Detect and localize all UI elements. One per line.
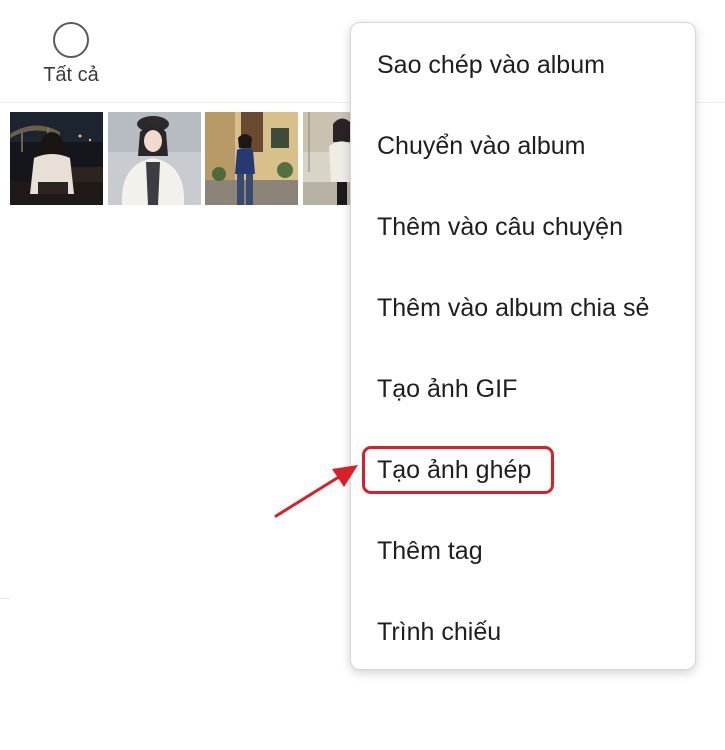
menu-item-copy-to-album[interactable]: Sao chép vào album (377, 45, 605, 85)
annotation-highlight-box (362, 446, 554, 494)
menu-item-add-to-story[interactable]: Thêm vào câu chuyện (377, 207, 623, 247)
menu-item-create-gif[interactable]: Tạo ảnh GIF (377, 369, 517, 409)
menu-item-add-to-shared-album[interactable]: Thêm vào album chia sẻ (377, 288, 649, 328)
gallery-selection-screen: Tất cả Sao chép vào album Chuyển vào alb… (0, 0, 725, 750)
menu-item-move-to-album[interactable]: Chuyển vào album (377, 126, 585, 166)
select-all-label: Tất cả (43, 64, 99, 86)
select-all-circle-icon[interactable] (53, 22, 89, 58)
left-divider (0, 598, 10, 599)
photo-thumbnail-1[interactable] (10, 112, 103, 205)
photo-thumbnail-3[interactable] (205, 112, 298, 205)
red-arrow-icon (274, 465, 358, 518)
menu-item-add-tag[interactable]: Thêm tag (377, 531, 483, 571)
menu-item-slideshow[interactable]: Trình chiếu (377, 612, 501, 652)
select-all-control[interactable]: Tất cả (36, 22, 106, 87)
more-options-menu: Sao chép vào album Chuyển vào album Thêm… (350, 22, 696, 670)
photo-thumbnail-2[interactable] (108, 112, 201, 205)
photo-thumbnail-4[interactable] (303, 112, 350, 205)
